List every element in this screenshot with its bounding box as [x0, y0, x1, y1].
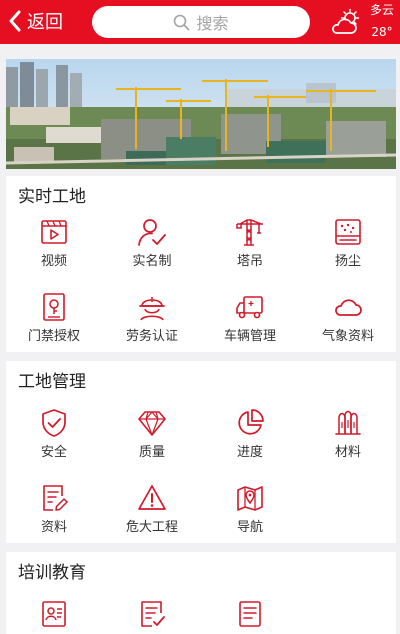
top-bar: 返回 搜索 多云 28°: [0, 0, 400, 44]
search-placeholder: 搜索: [196, 14, 229, 33]
user-check-icon: [138, 219, 166, 246]
item-label: 安全: [40, 445, 67, 460]
item-dust[interactable]: 扬尘: [303, 214, 393, 282]
materials-icon: [335, 410, 361, 435]
item-training-3[interactable]: [205, 596, 295, 634]
item-navigation[interactable]: 导航: [205, 480, 295, 548]
banner-image: [6, 59, 396, 169]
item-vehicle-mgmt[interactable]: 车辆管理: [205, 289, 295, 357]
section-live-site: 实时工地 视频 实名制 塔吊 扬尘 门禁授权 劳务认证 车辆管理 气象资料: [6, 176, 396, 352]
section-title: 培训教育: [18, 563, 86, 583]
worker-helmet-icon: [139, 297, 165, 321]
item-training-2[interactable]: [107, 596, 197, 634]
item-access-control[interactable]: 门禁授权: [9, 289, 99, 357]
item-label: 气象资料: [321, 329, 374, 344]
item-label: 进度: [236, 445, 263, 460]
search-icon: [174, 14, 190, 30]
shield-check-icon: [42, 409, 66, 437]
dust-monitor-icon: [335, 219, 361, 245]
warning-icon: [138, 485, 166, 510]
diamond-icon: [138, 411, 166, 436]
weather-condition: 多云: [369, 3, 394, 17]
weather-temperature: 28°: [371, 25, 393, 39]
item-label: 导航: [236, 520, 263, 535]
construction-site-banner[interactable]: [6, 59, 396, 169]
search-input[interactable]: 搜索: [92, 6, 310, 38]
item-label: 危大工程: [125, 520, 178, 535]
item-materials[interactable]: 材料: [303, 405, 393, 473]
video-icon: [41, 220, 67, 244]
item-safety[interactable]: 安全: [9, 405, 99, 473]
back-button[interactable]: 返回: [8, 9, 63, 33]
document-edit-icon: [43, 485, 68, 511]
partly-cloudy-icon: [332, 8, 360, 34]
item-label: 扬尘: [334, 254, 361, 269]
item-real-name[interactable]: 实名制: [107, 214, 197, 282]
item-weather-data[interactable]: 气象资料: [303, 289, 393, 357]
item-documents[interactable]: 资料: [9, 480, 99, 548]
section-title: 工地管理: [18, 372, 86, 392]
tower-crane-icon: [236, 219, 263, 246]
item-labor-cert[interactable]: 劳务认证: [107, 289, 197, 357]
item-label: 材料: [334, 445, 361, 460]
section-title: 实时工地: [18, 187, 86, 207]
item-label: 劳务认证: [125, 329, 178, 344]
item-progress[interactable]: 进度: [205, 405, 295, 473]
item-label: 实名制: [132, 254, 172, 269]
cloud-icon: [335, 299, 362, 316]
id-card-icon: [42, 601, 66, 627]
item-training-1[interactable]: [9, 596, 99, 634]
truck-icon: [236, 296, 263, 319]
item-label: 门禁授权: [27, 329, 80, 344]
item-label: 资料: [40, 520, 67, 535]
item-video[interactable]: 视频: [9, 214, 99, 282]
item-major-hazard[interactable]: 危大工程: [107, 480, 197, 548]
item-label: 塔吊: [236, 254, 263, 269]
item-tower-crane[interactable]: 塔吊: [205, 214, 295, 282]
back-label: 返回: [27, 12, 63, 33]
item-label: 质量: [138, 445, 165, 460]
checklist-icon: [141, 601, 165, 627]
access-control-icon: [43, 293, 65, 321]
section-training: 培训教育: [6, 552, 396, 634]
item-label: 车辆管理: [223, 329, 276, 344]
item-quality[interactable]: 质量: [107, 405, 197, 473]
section-site-management: 工地管理 安全 质量 进度 材料 资料 危大工程 导航: [6, 361, 396, 543]
document-icon: [239, 601, 261, 627]
map-pin-icon: [237, 486, 263, 511]
item-label: 视频: [40, 254, 67, 269]
chevron-left-icon: [9, 10, 21, 32]
pie-chart-icon: [238, 409, 264, 435]
